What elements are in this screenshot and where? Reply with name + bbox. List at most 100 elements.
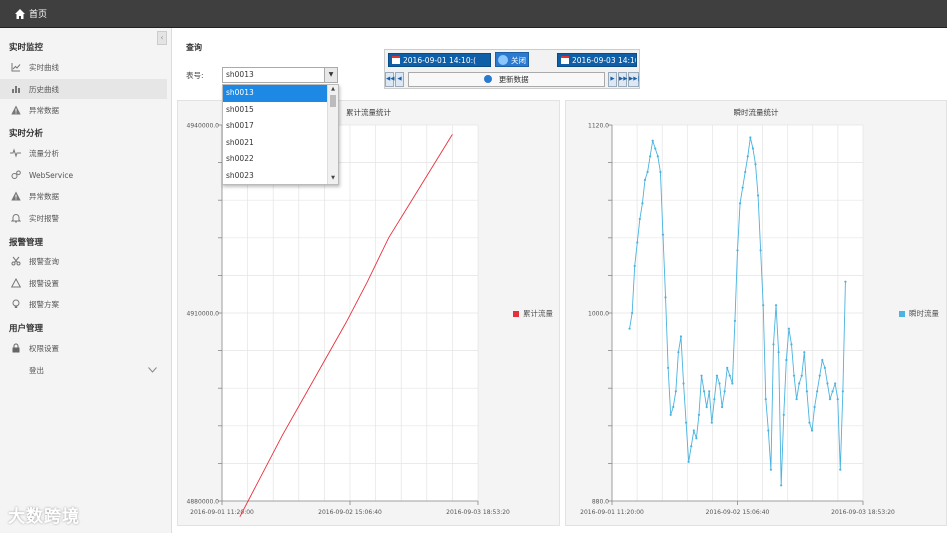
data-point	[751, 147, 755, 150]
data-point	[690, 445, 693, 448]
last-page-button[interactable]: ▶▶|	[628, 72, 639, 87]
dropdown-option[interactable]: sh0013	[223, 85, 327, 102]
data-point	[790, 343, 793, 346]
select-arrow-icon[interactable]: ▼	[324, 68, 337, 82]
legend-label: 累计流量	[523, 309, 553, 318]
close-button[interactable]: 关闭	[495, 52, 529, 67]
sidebar-collapse-button[interactable]: ‹	[157, 31, 167, 45]
sidebar-item-webservice[interactable]: WebService	[0, 165, 167, 185]
first-page-button[interactable]: ◀◀	[385, 72, 394, 87]
data-point	[826, 382, 829, 385]
sidebar-item-alarm-plan[interactable]: 报警方案	[0, 294, 167, 314]
home-link[interactable]: 首页	[29, 7, 47, 20]
sidebar-item-abnormal-data-2[interactable]: 异常数据	[0, 186, 167, 206]
pulse-icon	[10, 148, 21, 159]
data-point	[692, 429, 695, 432]
section-title-user-management: 用户管理	[9, 324, 44, 334]
sidebar-item-realtime-curve[interactable]: 实时曲线	[0, 57, 167, 77]
sidebar-item-alarm-settings[interactable]: 报警设置	[0, 273, 167, 293]
data-point	[785, 358, 788, 362]
sidebar-item-flow-analysis[interactable]: 流量分析	[0, 143, 167, 163]
chevron-down-icon	[148, 366, 157, 375]
data-point	[664, 296, 667, 299]
scroll-up-icon[interactable]: ▲	[328, 86, 338, 92]
data-point	[631, 311, 634, 315]
sidebar-item-permission-settings[interactable]: 权限设置	[0, 338, 167, 358]
chart-legend[interactable]: 瞬时流量	[899, 308, 939, 319]
data-point	[697, 413, 701, 416]
y-tick-label: 4910000.0	[187, 311, 220, 318]
data-point	[841, 390, 844, 393]
sidebar-item-alarm-query[interactable]: 报警查询	[0, 251, 167, 271]
data-point	[718, 382, 721, 385]
sidebar-item-label: 异常数据	[29, 191, 59, 201]
sidebar-item-label: 报警查询	[29, 256, 59, 266]
data-point	[774, 304, 778, 307]
next-page-button[interactable]: ▶	[608, 72, 617, 87]
end-datetime-field[interactable]: 2016-09-03 14:10:(	[557, 53, 637, 67]
x-tick-label: 2016-09-02 15:06:40	[318, 509, 382, 516]
dropdown-option[interactable]: sh0021	[223, 135, 327, 152]
scissors-icon	[10, 256, 21, 267]
dropdown-option[interactable]: sh0017	[223, 118, 327, 135]
dropdown-option[interactable]: sh0023	[223, 168, 327, 185]
sidebar-item-label: 异常数据	[29, 105, 59, 115]
data-point	[749, 136, 752, 139]
data-point	[756, 194, 760, 197]
y-tick-label: 880.0	[592, 499, 609, 506]
bar-chart-icon	[10, 84, 21, 95]
data-point	[754, 163, 757, 166]
chart-legend[interactable]: 累计流量	[513, 308, 553, 319]
data-point	[656, 155, 659, 158]
next-fast-button[interactable]: ▶▶	[618, 72, 627, 87]
start-datetime-field[interactable]: 2016-09-01 14:10:(	[388, 53, 491, 67]
sidebar-item-history-curve[interactable]: 历史曲线	[0, 79, 167, 99]
sidebar-item-realtime-alarm[interactable]: 实时报警	[0, 208, 167, 228]
data-point	[792, 374, 796, 377]
sidebar-item-label: 历史曲线	[29, 84, 59, 94]
dropdown-option[interactable]: sh0022	[223, 151, 327, 168]
y-tick-label: 4880000.0	[187, 499, 220, 506]
x-tick-label: 2016-09-01 11:20:00	[190, 509, 254, 516]
home-icon[interactable]	[14, 8, 26, 20]
data-point	[636, 241, 639, 244]
sidebar-item-abnormal-data[interactable]: 异常数据	[0, 100, 167, 120]
data-point	[628, 327, 631, 330]
data-point	[810, 429, 814, 432]
x-tick-label: 2016-09-02 15:06:40	[706, 509, 770, 516]
legend-swatch	[899, 310, 905, 317]
data-point	[677, 351, 680, 354]
data-point	[803, 351, 806, 354]
prev-page-button[interactable]: ◀	[395, 72, 404, 87]
scroll-down-icon[interactable]: ▼	[328, 175, 338, 181]
data-point	[715, 374, 719, 377]
data-point	[782, 413, 785, 416]
dropdown-scrollbar[interactable]: ▲ ▼	[327, 85, 338, 184]
dropdown-option[interactable]: sh0015	[223, 102, 327, 119]
data-point	[736, 249, 739, 252]
bulb-icon	[10, 299, 21, 310]
data-point	[638, 217, 641, 221]
data-point	[710, 421, 713, 424]
top-navbar: 首页	[0, 0, 947, 28]
lock-icon	[10, 343, 21, 354]
data-point	[687, 460, 690, 463]
data-point	[836, 398, 839, 401]
meter-select[interactable]: sh0013 ▼	[222, 67, 338, 83]
calendar-icon	[561, 56, 569, 64]
scrollbar-thumb[interactable]	[330, 95, 336, 107]
sidebar-item-label: 报警设置	[29, 278, 59, 288]
data-point	[723, 390, 726, 393]
sidebar-item-label: 实时曲线	[29, 62, 59, 72]
data-point	[682, 382, 685, 385]
sidebar-item-logout[interactable]: 登出	[0, 360, 167, 380]
data-point	[649, 155, 652, 158]
refresh-icon	[498, 55, 508, 65]
data-point	[764, 398, 767, 401]
update-data-button[interactable]: 更新数据	[408, 72, 605, 87]
section-title-alarm-management: 报警管理	[9, 238, 44, 248]
sidebar-item-label: 流量分析	[29, 148, 59, 158]
refresh-icon	[484, 75, 493, 83]
sidebar-item-label: 实时报警	[29, 213, 59, 223]
bell-icon	[10, 213, 21, 224]
